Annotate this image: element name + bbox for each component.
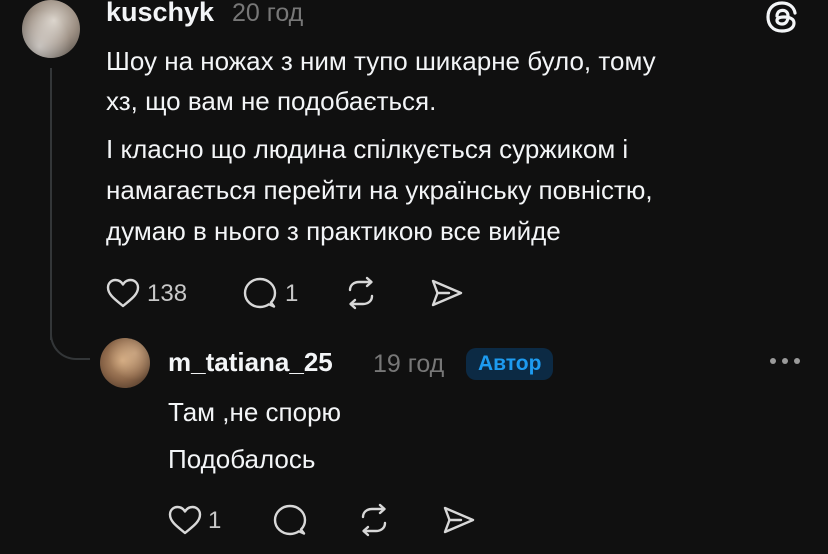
more-dots-icon[interactable]: [768, 356, 802, 366]
send-icon[interactable]: [442, 505, 476, 535]
post-username[interactable]: kuschyk: [106, 0, 214, 28]
threads-logo-icon[interactable]: [765, 0, 799, 34]
post-text-line-5: думаю в нього з практикою все вийде: [106, 216, 561, 246]
send-icon[interactable]: [430, 278, 464, 308]
repost-icon[interactable]: [344, 276, 378, 310]
reply-avatar[interactable]: [100, 338, 150, 388]
avatar[interactable]: [22, 0, 80, 58]
reply-username[interactable]: m_tatiana_25: [168, 347, 333, 378]
heart-icon: [168, 505, 202, 535]
comment-icon: [243, 277, 277, 309]
repost-icon[interactable]: [357, 503, 391, 537]
heart-icon: [106, 278, 140, 308]
author-badge: Автор: [466, 348, 554, 380]
like-count: 138: [147, 280, 188, 307]
reply-text-line-1: Там ,не спорю: [168, 397, 342, 427]
reply-like-button[interactable]: 1: [168, 503, 228, 537]
post-text-line-4: намагається перейти на українську повніс…: [106, 175, 653, 205]
post-time: 20 год: [232, 0, 304, 27]
reply-count: 1: [285, 280, 299, 307]
post-text-line-1: Шоу на ножах з ним тупо шикарне було, то…: [106, 46, 656, 76]
comment-icon[interactable]: [273, 504, 307, 536]
post-text-line-3: І класно що людина спілкується суржиком …: [106, 134, 629, 164]
post-text-line-2: хз, що вам не подобається.: [106, 86, 437, 116]
reply-time: 19 год: [373, 350, 445, 378]
thread-line: [50, 68, 52, 340]
thread-connector: [50, 316, 90, 360]
like-button[interactable]: 138: [106, 276, 196, 310]
reply-like-count: 1: [208, 507, 222, 534]
reply-button[interactable]: 1: [243, 276, 303, 310]
reply-text-line-2: Подобалось: [168, 444, 316, 474]
